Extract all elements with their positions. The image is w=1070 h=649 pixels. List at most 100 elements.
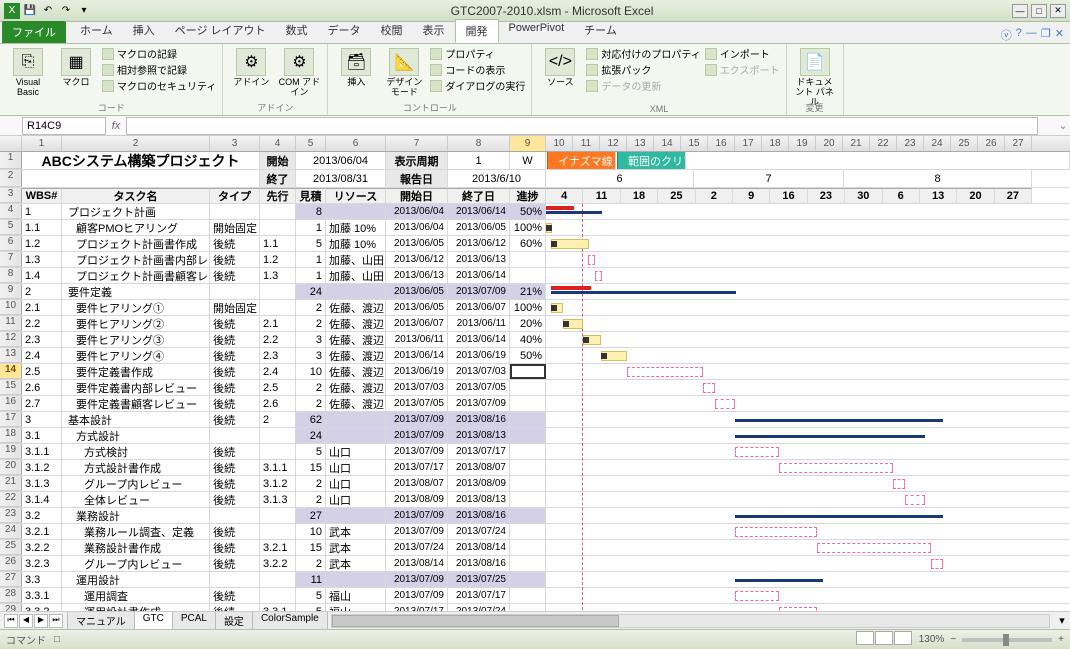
table-row[interactable]: 13 2.4 要件ヒアリング④ 後続 2.3 3 佐藤、渡辺 2013/06/1… [0, 348, 1070, 364]
col-22[interactable]: 22 [870, 136, 897, 151]
col-24[interactable]: 24 [924, 136, 951, 151]
view-code-button[interactable]: コードの表示 [430, 62, 525, 77]
col-13[interactable]: 13 [627, 136, 654, 151]
tab-データ[interactable]: データ [318, 19, 371, 43]
zoom-slider[interactable] [962, 638, 1052, 642]
row-11[interactable]: 11 [0, 316, 22, 331]
report-value[interactable]: 2013/6/10 [448, 170, 546, 187]
row-26[interactable]: 26 [0, 556, 22, 571]
xml-refresh-button[interactable]: データの更新 [586, 78, 700, 93]
qat-more-icon[interactable]: ▾ [76, 3, 92, 19]
row-28[interactable]: 28 [0, 588, 22, 603]
tab-数式[interactable]: 数式 [276, 19, 318, 43]
minimize-ribbon-icon[interactable]: ⓥ [1001, 27, 1012, 43]
table-row[interactable]: 16 2.7 要件定義書顧客レビュー 後続 2.6 2 佐藤、渡辺 2013/0… [0, 396, 1070, 412]
table-row[interactable]: 17 3 基本設計 後続 2 62 2013/07/09 2013/08/16 [0, 412, 1070, 428]
row-10[interactable]: 10 [0, 300, 22, 315]
col-6[interactable]: 6 [326, 136, 386, 151]
record-macro-button[interactable]: マクロの記録 [102, 46, 216, 61]
end-value[interactable]: 2013/08/31 [296, 170, 386, 187]
minimize-icon[interactable]: — [1012, 4, 1028, 18]
zoom-level[interactable]: 130% [919, 634, 945, 645]
vb-button[interactable]: ⎘Visual Basic [6, 46, 50, 98]
row-13[interactable]: 13 [0, 348, 22, 363]
table-row[interactable]: 28 3.3.1 運用調査 後続 5 福山 2013/07/09 2013/07… [0, 588, 1070, 604]
record-macro-status-icon[interactable]: □ [54, 634, 60, 645]
col-20[interactable]: 20 [816, 136, 843, 151]
row-27[interactable]: 27 [0, 572, 22, 587]
row-23[interactable]: 23 [0, 508, 22, 523]
macro-button[interactable]: ▦マクロ [54, 46, 98, 88]
sheet-nav-button[interactable]: ⏮ [4, 614, 18, 628]
doc-panel-button[interactable]: 📄ドキュメント パネル [793, 46, 837, 108]
formula-bar[interactable] [126, 117, 1038, 135]
vscroll-down-icon[interactable]: ▾ [1054, 614, 1070, 627]
row-6[interactable]: 6 [0, 236, 22, 251]
table-row[interactable]: 11 2.2 要件ヒアリング② 後続 2.1 2 佐藤、渡辺 2013/06/0… [0, 316, 1070, 332]
table-row[interactable]: 26 3.2.3 グループ内レビュー 後続 3.2.2 2 武本 2013/08… [0, 556, 1070, 572]
row-21[interactable]: 21 [0, 476, 22, 491]
col-16[interactable]: 16 [708, 136, 735, 151]
table-row[interactable]: 23 3.2 業務設計 27 2013/07/09 2013/08/16 [0, 508, 1070, 524]
inazuma-button[interactable]: イナズマ線 [547, 152, 616, 169]
select-all[interactable] [0, 136, 22, 151]
zoom-out-icon[interactable]: − [950, 634, 956, 645]
tab-ホーム[interactable]: ホーム [70, 19, 123, 43]
sheet-nav-button[interactable]: ▶ [34, 614, 48, 628]
sheet-tab-GTC[interactable]: GTC [134, 612, 173, 630]
table-row[interactable]: 29 3.3.2 運用設計書作成 後続 3.3.1 5 福山 2013/07/1… [0, 604, 1070, 611]
row-4[interactable]: 4 [0, 204, 22, 219]
row-29[interactable]: 29 [0, 604, 22, 611]
sheet-tab-マニュアル[interactable]: マニュアル [67, 612, 135, 630]
col-3[interactable]: 3 [210, 136, 260, 151]
close-icon[interactable]: ✕ [1050, 4, 1066, 18]
col-23[interactable]: 23 [897, 136, 924, 151]
row-16[interactable]: 16 [0, 396, 22, 411]
relative-ref-button[interactable]: 相対参照で記録 [102, 62, 216, 77]
sheet-tab-PCAL[interactable]: PCAL [172, 612, 216, 630]
redo-icon[interactable]: ↷ [58, 3, 74, 19]
xml-source-button[interactable]: </>ソース [538, 46, 582, 88]
table-row[interactable]: 20 3.1.2 方式設計書作成 後続 3.1.1 15 山口 2013/07/… [0, 460, 1070, 476]
tab-開発[interactable]: 開発 [455, 19, 499, 43]
col-9[interactable]: 9 [510, 136, 546, 151]
table-row[interactable]: 10 2.1 要件ヒアリング① 開始固定 2 佐藤、渡辺 2013/06/05 … [0, 300, 1070, 316]
xml-export-button[interactable]: エクスポート [705, 62, 780, 77]
tab-ページ レイアウト[interactable]: ページ レイアウト [165, 19, 276, 43]
xml-map-button[interactable]: 対応付けのプロパティ [586, 46, 700, 61]
col-14[interactable]: 14 [654, 136, 681, 151]
table-row[interactable]: 9 2 要件定義 24 2013/06/05 2013/07/09 21% [0, 284, 1070, 300]
table-row[interactable]: 12 2.3 要件ヒアリング③ 後続 2.2 3 佐藤、渡辺 2013/06/1… [0, 332, 1070, 348]
clear-range-button[interactable]: 範囲のクリア [617, 152, 686, 169]
expand-formula-icon[interactable]: ⌄ [1056, 119, 1070, 132]
table-row[interactable]: 4 1 プロジェクト計画 8 2013/06/04 2013/06/14 50% [0, 204, 1070, 220]
tab-挿入[interactable]: 挿入 [123, 19, 165, 43]
macro-security-button[interactable]: マクロのセキュリティ [102, 78, 216, 93]
insert-control-button[interactable]: 🗃挿入 [334, 46, 378, 88]
row-9[interactable]: 9 [0, 284, 22, 299]
table-row[interactable]: 8 1.4 プロジェクト計画書顧客レビュー 後続 1.3 1 加藤、山田 201… [0, 268, 1070, 284]
col-5[interactable]: 5 [296, 136, 326, 151]
table-row[interactable]: 5 1.1 顧客PMOヒアリング 開始固定 1 加藤 10% 2013/06/0… [0, 220, 1070, 236]
xml-ext-button[interactable]: 拡張パック [586, 62, 700, 77]
col-2[interactable]: 2 [62, 136, 210, 151]
col-21[interactable]: 21 [843, 136, 870, 151]
sheet-tab-ColorSample[interactable]: ColorSample [252, 612, 328, 630]
view-buttons[interactable] [856, 631, 913, 648]
col-7[interactable]: 7 [386, 136, 448, 151]
row-12[interactable]: 12 [0, 332, 22, 347]
tab-校閲[interactable]: 校閲 [371, 19, 413, 43]
table-row[interactable]: 24 3.2.1 業務ルール調査、定義 後続 10 武本 2013/07/09 … [0, 524, 1070, 540]
row-17[interactable]: 17 [0, 412, 22, 427]
table-row[interactable]: 7 1.3 プロジェクト計画書内部レビュー 後続 1.2 1 加藤、山田 201… [0, 252, 1070, 268]
col-4[interactable]: 4 [260, 136, 296, 151]
tab-file[interactable]: ファイル [2, 21, 66, 43]
table-row[interactable]: 21 3.1.3 グループ内レビュー 後続 3.1.2 2 山口 2013/08… [0, 476, 1070, 492]
table-row[interactable]: 25 3.2.2 業務設計書作成 後続 3.2.1 15 武本 2013/07/… [0, 540, 1070, 556]
save-icon[interactable]: 💾 [22, 3, 38, 19]
zoom-in-icon[interactable]: + [1058, 634, 1064, 645]
xml-import-button[interactable]: インポート [705, 46, 780, 61]
row-22[interactable]: 22 [0, 492, 22, 507]
row-15[interactable]: 15 [0, 380, 22, 395]
sheet-nav-button[interactable]: ⏭ [49, 614, 63, 628]
